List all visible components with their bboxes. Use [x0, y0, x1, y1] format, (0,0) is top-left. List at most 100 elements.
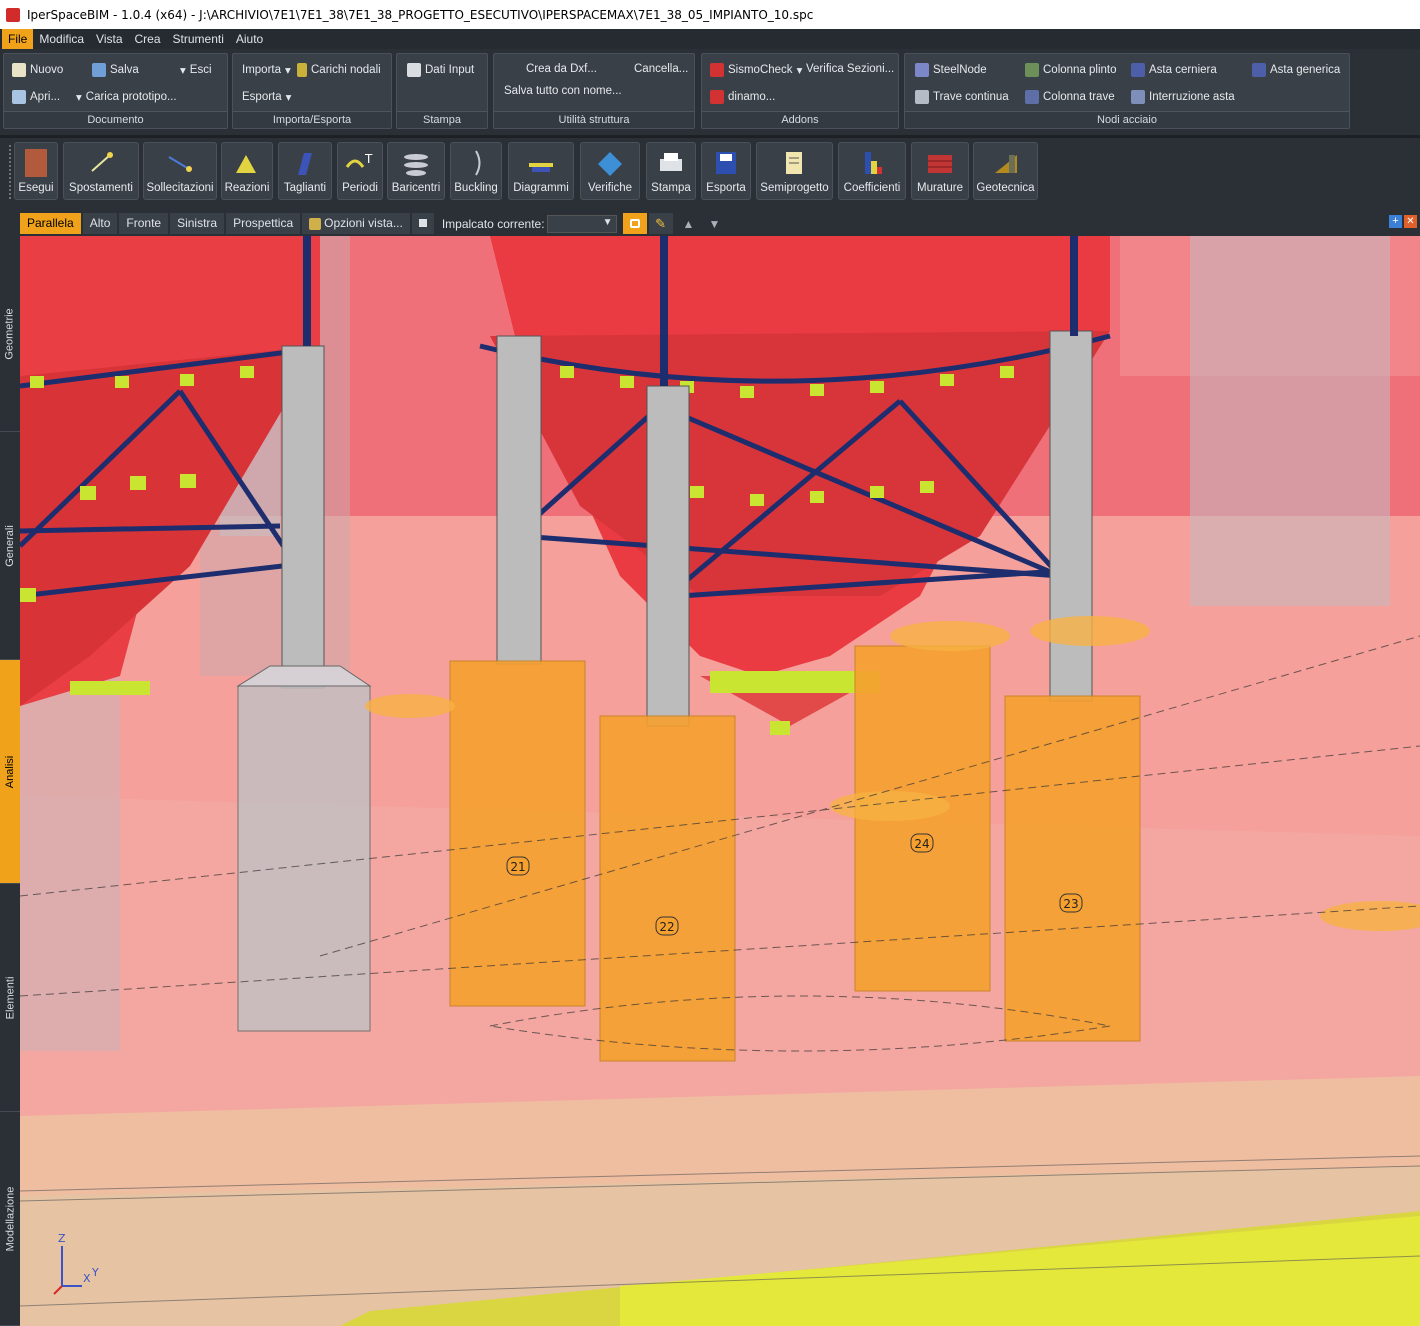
- dropdown-arrow-icon: ▾: [796, 65, 803, 77]
- esci-button[interactable]: ▾ Esci: [180, 63, 212, 77]
- salva-tutto-label: Salva tutto con nome...: [504, 85, 622, 97]
- esporta-button[interactable]: Esporta ▾: [242, 90, 291, 104]
- sidebar-tab-elementi[interactable]: Elementi: [0, 884, 20, 1112]
- axis-x-label: X: [83, 1272, 91, 1285]
- lock-button[interactable]: [622, 213, 647, 234]
- tab-fronte[interactable]: Fronte: [119, 213, 169, 234]
- buckling-button[interactable]: Buckling: [450, 142, 502, 200]
- tab-prospettica[interactable]: Prospettica: [226, 213, 301, 234]
- camera-button[interactable]: [411, 213, 434, 234]
- nuovo-button[interactable]: Nuovo: [12, 63, 63, 77]
- 3d-viewport[interactable]: 21 22 24 23 Z X Y: [20, 236, 1420, 1326]
- wrench-button[interactable]: ✎: [648, 213, 673, 234]
- carichi-label: Carichi nodali: [311, 64, 381, 76]
- esci-label: Esci: [189, 64, 212, 76]
- asta-cerniera-button[interactable]: Asta cerniera: [1131, 63, 1217, 77]
- add-view-button[interactable]: +: [1389, 215, 1402, 228]
- trave-continua-button[interactable]: Trave continua: [915, 90, 1009, 104]
- dropdown-arrow-icon: ▾: [180, 65, 186, 77]
- sidebar-label: Geometrie: [4, 307, 17, 360]
- group-title-nodi: Nodi acciaio: [905, 111, 1349, 128]
- murature-button[interactable]: Murature: [911, 142, 969, 200]
- apri-button[interactable]: Apri...: [12, 90, 60, 104]
- sidebar-tab-analisi[interactable]: Analisi: [0, 660, 20, 884]
- coefficienti-label: Coefficienti: [843, 182, 901, 194]
- svg-text:T: T: [364, 152, 373, 166]
- stampa-button[interactable]: Stampa: [646, 142, 696, 200]
- colonna-trave-icon: [1025, 90, 1039, 104]
- chevron-down-icon: ▼: [602, 216, 613, 228]
- dinamo-label: dinamo...: [728, 91, 776, 103]
- sidebar-tab-modellazione[interactable]: Modellazione: [0, 1112, 20, 1326]
- sollecitazioni-button[interactable]: Sollecitazioni: [143, 142, 217, 200]
- level-down-button[interactable]: ▼: [708, 217, 720, 231]
- taglianti-button[interactable]: Taglianti: [278, 142, 332, 200]
- carichi-nodali-button[interactable]: Carichi nodali: [297, 63, 381, 77]
- sidebar-label: Elementi: [4, 976, 17, 1019]
- salva-button[interactable]: Salva: [92, 63, 139, 77]
- esegui-button[interactable]: Esegui: [14, 142, 58, 200]
- close-view-button[interactable]: ✕: [1404, 215, 1417, 228]
- semiprogetto-label: Semiprogetto: [760, 182, 829, 194]
- sidebar-tab-generali[interactable]: Generali: [0, 432, 20, 660]
- dinamo-button[interactable]: dinamo...: [710, 90, 775, 104]
- salva-label: Salva: [110, 64, 139, 76]
- menu-crea[interactable]: Crea: [129, 29, 167, 49]
- asta-generica-icon: [1252, 63, 1266, 77]
- geotecnica-button[interactable]: Geotecnica: [973, 142, 1038, 200]
- crea-dxf-button[interactable]: Crea da Dxf...: [526, 63, 597, 75]
- spostamenti-button[interactable]: Spostamenti: [63, 142, 139, 200]
- cancella-button[interactable]: Cancella...: [634, 63, 688, 75]
- camera-icon: [418, 219, 427, 227]
- diagrammi-button[interactable]: Diagrammi: [508, 142, 574, 200]
- steelnode-button[interactable]: SteelNode: [915, 63, 987, 77]
- menu-file[interactable]: File: [2, 29, 34, 49]
- trave-continua-icon: [915, 90, 929, 104]
- colonna-trave-button[interactable]: Colonna trave: [1025, 90, 1115, 104]
- sidebar-tab-geometrie[interactable]: Geometrie: [0, 236, 20, 432]
- carica-prototipo-button[interactable]: ▾ Carica prototipo...: [76, 90, 177, 104]
- interruzione-asta-button[interactable]: Interruzione asta: [1131, 90, 1235, 104]
- level-up-button[interactable]: ▲: [683, 217, 695, 231]
- opzioni-vista-label: Opzioni vista...: [324, 216, 403, 230]
- menu-bar: File Modifica Vista Crea Strumenti Aiuto: [0, 29, 1420, 49]
- opzioni-vista-button[interactable]: Opzioni vista...: [302, 213, 410, 234]
- tab-parallela[interactable]: Parallela: [20, 213, 81, 234]
- baricentri-button[interactable]: Baricentri: [387, 142, 445, 200]
- asta-generica-button[interactable]: Asta generica: [1252, 63, 1340, 77]
- reazioni-button[interactable]: Reazioni: [221, 142, 273, 200]
- impalcato-select[interactable]: ▼: [546, 214, 617, 233]
- dropdown-arrow-icon: ▾: [285, 65, 291, 77]
- verifica-sezioni-button[interactable]: Verifica Sezioni...: [806, 63, 894, 75]
- sismocheck-icon: [710, 63, 724, 77]
- verifiche-button[interactable]: Verifiche: [580, 142, 640, 200]
- importa-button[interactable]: Importa ▾: [242, 63, 291, 77]
- tab-sinistra[interactable]: Sinistra: [170, 213, 225, 234]
- salva-tutto-button[interactable]: Salva tutto con nome...: [504, 85, 622, 97]
- view-options-icon: [309, 217, 322, 230]
- menu-vista[interactable]: Vista: [90, 29, 128, 49]
- dropdown-arrow-icon: ▾: [76, 92, 82, 104]
- esporta-button[interactable]: Esporta: [701, 142, 751, 200]
- plinth-label-24: 24: [914, 837, 929, 851]
- group-nodi-acciaio: SteelNode Colonna plinto Asta cerniera A…: [904, 53, 1350, 129]
- asta-cerniera-label: Asta cerniera: [1149, 64, 1217, 76]
- geotecnica-icon: [991, 149, 1021, 177]
- importa-label: Importa: [242, 64, 281, 76]
- esporta-label: Esporta: [242, 91, 282, 103]
- ribbon: Nuovo Salva ▾ Esci Apri... ▾ Carica protot…: [0, 49, 1420, 135]
- dati-input-button[interactable]: Dati Input: [407, 63, 474, 77]
- menu-aiuto[interactable]: Aiuto: [230, 29, 269, 49]
- group-stampa: Dati Input Stampa: [396, 53, 488, 129]
- menu-modifica[interactable]: Modifica: [33, 29, 90, 49]
- menu-strumenti[interactable]: Strumenti: [167, 29, 230, 49]
- coefficienti-button[interactable]: Coefficienti: [838, 142, 906, 200]
- sismocheck-button[interactable]: SismoCheck ▾: [710, 63, 802, 77]
- semiprogetto-button[interactable]: Semiprogetto: [756, 142, 833, 200]
- lock-icon: [629, 219, 640, 228]
- toolbar-grip[interactable]: [8, 144, 12, 200]
- tab-alto[interactable]: Alto: [82, 213, 118, 234]
- colonna-plinto-button[interactable]: Colonna plinto: [1025, 63, 1117, 77]
- periodi-button[interactable]: T Periodi: [337, 142, 383, 200]
- cancella-label: Cancella...: [634, 63, 689, 75]
